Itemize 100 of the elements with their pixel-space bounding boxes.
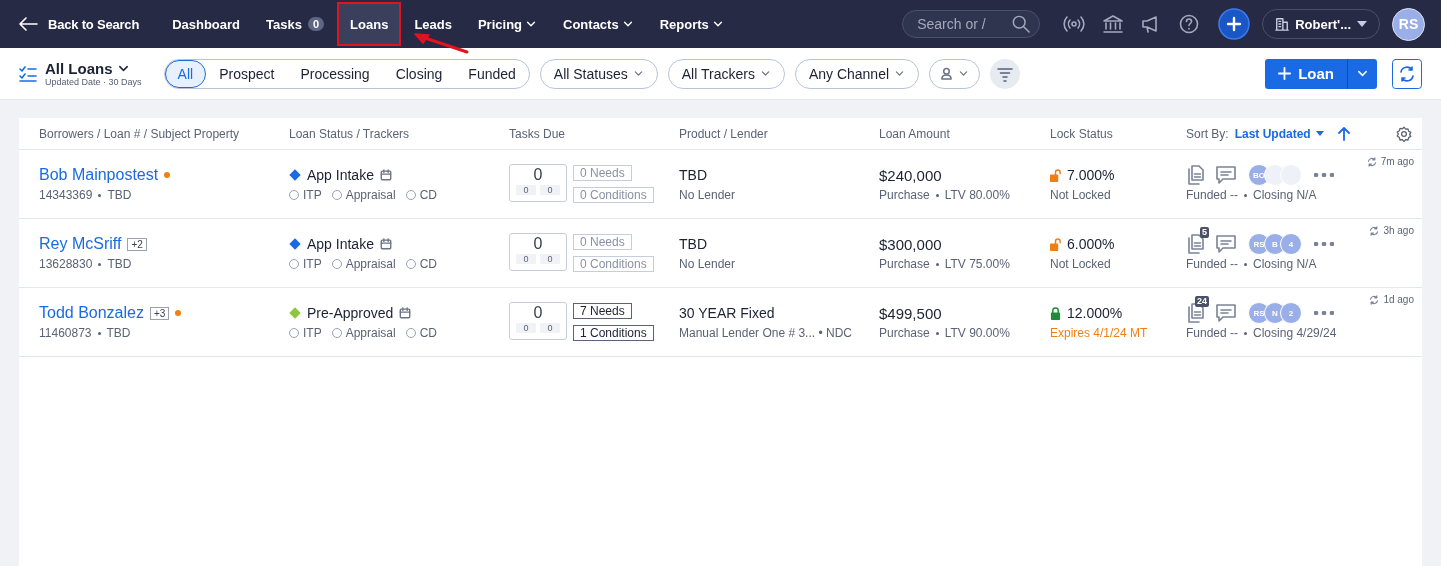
view-dropdown[interactable]: All Loans xyxy=(45,60,130,77)
column-header: Lock Status xyxy=(1050,126,1114,141)
back-link[interactable]: Back to Search xyxy=(18,16,140,32)
annotation-arrow xyxy=(413,32,470,54)
tracker-radio[interactable]: Appraisal xyxy=(331,326,396,340)
lock-note: Expires 4/1/24 MT xyxy=(1050,326,1149,340)
updated-time: 1d ago xyxy=(1383,294,1414,305)
loan-number: 14343369 xyxy=(39,188,93,202)
loan-purpose: Purchase xyxy=(879,188,930,202)
bank-icon[interactable] xyxy=(1103,15,1124,33)
plus-icon[interactable] xyxy=(1218,8,1251,40)
calendar-icon[interactable] xyxy=(379,169,392,181)
task-counter[interactable]: 0 0 0 xyxy=(509,233,567,271)
product-name: 30 YEAR Fixed xyxy=(679,304,776,323)
tracker-radio[interactable]: Appraisal xyxy=(331,257,396,271)
search-icon[interactable] xyxy=(1012,15,1031,33)
chat-icon[interactable] xyxy=(1216,304,1236,322)
documents-icon[interactable] xyxy=(1186,303,1204,323)
column-header: Loan Amount xyxy=(879,126,951,141)
ltv-text: LTV 75.00% xyxy=(944,257,1010,271)
task-counter[interactable]: 0 0 0 xyxy=(509,164,567,202)
chat-icon[interactable] xyxy=(1216,166,1236,184)
settings-icon[interactable] xyxy=(1396,125,1412,142)
documents-icon[interactable] xyxy=(1186,165,1204,185)
documents-icon[interactable] xyxy=(1186,234,1204,254)
nav-tab[interactable]: Contacts xyxy=(550,4,647,44)
borrower-link[interactable]: Todd Bonzalez xyxy=(39,304,144,322)
refresh-icon[interactable] xyxy=(1392,58,1422,89)
new-loan-split-button[interactable]: Loan xyxy=(1265,58,1377,89)
more-icon[interactable] xyxy=(1314,242,1334,246)
caret-icon xyxy=(759,68,771,79)
interest-rate: 12.000% xyxy=(1067,305,1123,321)
arrow-left-icon xyxy=(18,17,38,31)
needs-tag[interactable]: 0 Needs xyxy=(573,165,632,181)
lender-name: No Lender xyxy=(679,188,737,202)
funded-text: Funded -- xyxy=(1186,257,1239,271)
sort-arrow-icon[interactable] xyxy=(1337,126,1350,141)
person-icon xyxy=(940,67,954,80)
interest-rate: 7.000% xyxy=(1067,167,1115,183)
chat-icon[interactable] xyxy=(1216,235,1236,253)
conditions-tag[interactable]: 0 Conditions xyxy=(573,256,654,272)
stage-tab[interactable]: Closing xyxy=(382,59,456,88)
caret-icon xyxy=(1357,21,1367,27)
column-header: Product / Lender xyxy=(679,126,769,141)
conditions-tag[interactable]: 0 Conditions xyxy=(573,187,654,203)
property-text: TBD xyxy=(107,188,132,202)
conditions-tag[interactable]: 1 Conditions xyxy=(573,325,654,341)
tracker-radio[interactable]: CD xyxy=(405,257,438,271)
stage-tab[interactable]: Processing xyxy=(287,59,383,88)
loan-purpose: Purchase xyxy=(879,257,930,271)
stage-tab[interactable]: All xyxy=(164,59,207,88)
assignee-dropdown[interactable] xyxy=(929,58,981,89)
product-name: TBD xyxy=(679,235,708,254)
more-icon[interactable] xyxy=(1314,173,1334,177)
nav-tab[interactable]: Reports xyxy=(646,4,737,44)
count-badge: 0 xyxy=(307,17,325,31)
closing-text: Closing 4/29/24 xyxy=(1253,326,1337,340)
updated-time: 3h ago xyxy=(1383,225,1414,236)
document-count: 24 xyxy=(1195,296,1209,307)
status-text: App Intake xyxy=(307,236,374,252)
filter-dropdown[interactable]: Any Channel xyxy=(794,58,920,89)
nav-tab[interactable]: Leads xyxy=(401,4,465,44)
borrower-count: +2 xyxy=(127,237,147,251)
tracker-radio[interactable]: CD xyxy=(405,326,438,340)
funded-text: Funded -- xyxy=(1186,188,1239,202)
refresh-icon xyxy=(1369,294,1380,305)
tracker-radio[interactable]: CD xyxy=(405,188,438,202)
lock-note: Not Locked xyxy=(1050,257,1112,271)
calendar-icon[interactable] xyxy=(399,307,412,319)
calendar-icon[interactable] xyxy=(379,238,392,250)
filter-icon[interactable] xyxy=(990,58,1021,89)
needs-tag[interactable]: 0 Needs xyxy=(573,234,632,250)
loan-amount: $499,500 xyxy=(879,303,943,324)
tracker-radio[interactable]: Appraisal xyxy=(331,188,396,202)
nav-tab[interactable]: Tasks 0 xyxy=(253,4,338,44)
stage-tab[interactable]: Funded xyxy=(455,59,529,88)
stage-tab[interactable]: Prospect xyxy=(206,59,288,88)
tracker-radio[interactable]: ITP xyxy=(289,326,322,340)
property-text: TBD xyxy=(107,257,132,271)
more-icon[interactable] xyxy=(1314,311,1334,315)
search-field[interactable]: Search or / xyxy=(902,10,1041,38)
needs-tag[interactable]: 7 Needs xyxy=(573,303,632,319)
help-icon[interactable] xyxy=(1179,14,1200,34)
filter-dropdown[interactable]: All Trackers xyxy=(667,58,785,89)
nav-tab[interactable]: Dashboard xyxy=(159,4,254,44)
product-name: TBD xyxy=(679,166,708,185)
task-counter[interactable]: 0 0 0 xyxy=(509,302,567,340)
borrower-link[interactable]: Rey McSriff xyxy=(39,235,122,253)
borrower-link[interactable]: Bob Mainpostest xyxy=(39,166,159,184)
broadcast-icon[interactable] xyxy=(1063,16,1086,32)
checklist-icon[interactable] xyxy=(19,65,37,82)
column-header: Tasks Due xyxy=(509,126,567,141)
tracker-radio[interactable]: ITP xyxy=(289,188,322,202)
tracker-radio[interactable]: ITP xyxy=(289,257,322,271)
nav-tab[interactable]: Pricing xyxy=(464,4,551,44)
loan-amount: $240,000 xyxy=(879,165,943,186)
closing-text: Closing N/A xyxy=(1253,188,1317,202)
sort-dropdown[interactable]: Last Updated xyxy=(1234,126,1324,141)
filter-dropdown[interactable]: All Statuses xyxy=(539,58,658,89)
ltv-text: LTV 80.00% xyxy=(944,188,1010,202)
